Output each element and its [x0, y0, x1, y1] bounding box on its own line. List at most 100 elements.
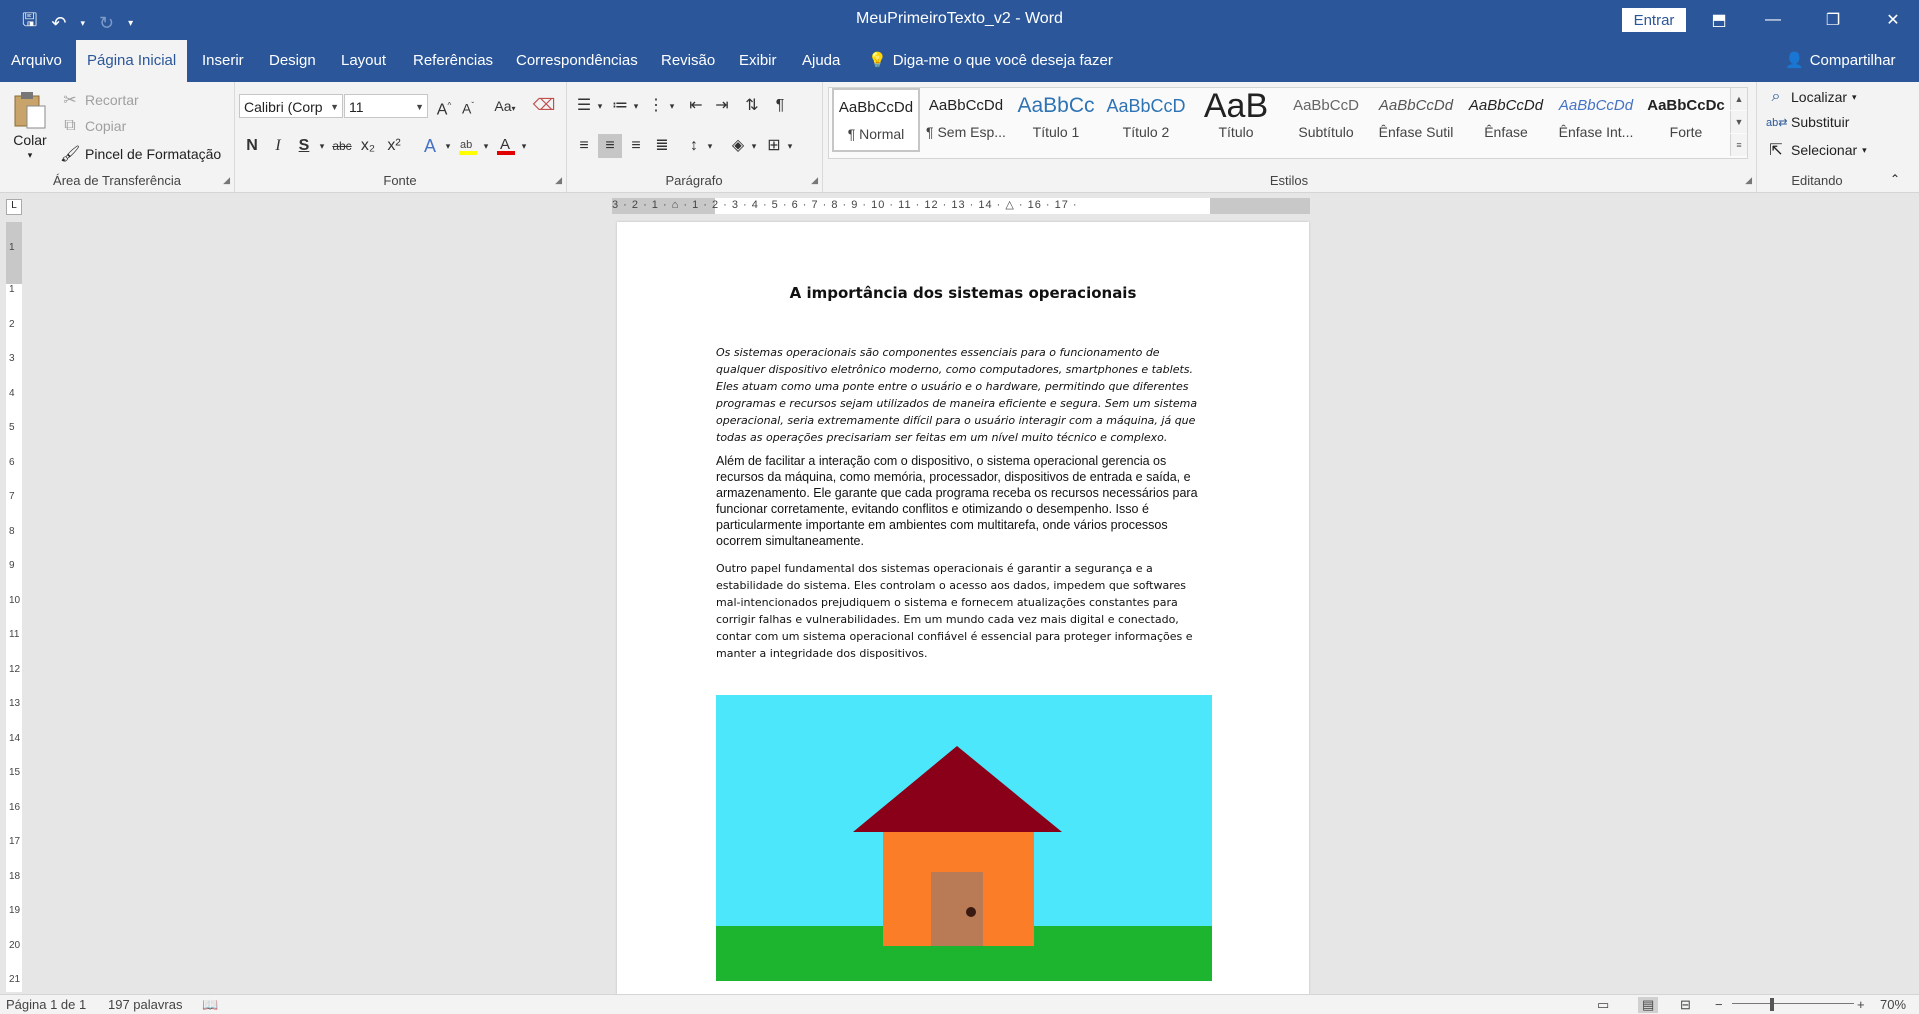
tab-arquivo[interactable]: Arquivo: [0, 40, 73, 82]
vertical-ruler[interactable]: 1 1 2 3 4 5 6 7 8 9 10 11 12 13 14 15 16 17 18 19 20 21: [6, 222, 22, 992]
tab-ajuda[interactable]: Ajuda: [791, 40, 851, 82]
paste-dropdown-icon[interactable]: ▾: [28, 150, 33, 161]
style-emphasis[interactable]: AaBbCcDd Ênfase: [1462, 88, 1550, 152]
paragraph-1[interactable]: Os sistemas operacionais são componentes…: [716, 344, 1212, 446]
font-size-select[interactable]: 11 ▼: [344, 94, 428, 118]
tab-design[interactable]: Design: [258, 40, 327, 82]
style-name: Título 2: [1122, 124, 1170, 140]
title-bar: 🖫 ↶ ▾ ↻ ▾ MeuPrimeiroTexto_v2 - Word Ent…: [0, 0, 1919, 40]
share-button[interactable]: 👤 Compartilhar: [1785, 40, 1896, 82]
replace-button[interactable]: ab⇄ Substituir: [1766, 114, 1849, 130]
style-strong[interactable]: AaBbCcDc Forte: [1642, 88, 1730, 152]
document-title[interactable]: A importância dos sistemas operacionais: [617, 284, 1309, 302]
paragraph-2[interactable]: Além de facilitar a interação com o disp…: [716, 453, 1212, 549]
word-count[interactable]: 197 palavras: [108, 997, 182, 1012]
proofing-icon[interactable]: 📖: [202, 997, 218, 1013]
sort-icon[interactable]: ⇅: [740, 94, 764, 118]
collapse-ribbon-icon[interactable]: ⌃: [1890, 172, 1900, 186]
superscript-button[interactable]: x²: [382, 134, 406, 158]
clipboard-dialog-launcher-icon[interactable]: ◢: [223, 175, 230, 186]
signin-button[interactable]: Entrar: [1622, 8, 1686, 32]
vertical-ruler-number: 14: [9, 732, 21, 744]
style-no-spacing[interactable]: AaBbCcDd ¶ Sem Esp...: [922, 88, 1010, 152]
show-formatting-marks-icon[interactable]: ¶: [768, 94, 792, 118]
styles-dialog-launcher-icon[interactable]: ◢: [1745, 175, 1752, 186]
page-count[interactable]: Página 1 de 1: [6, 997, 86, 1012]
align-right-icon[interactable]: ≡: [624, 134, 648, 158]
borders-dropdown-icon[interactable]: ▾: [778, 134, 802, 158]
copy-button[interactable]: ⧉ Copiar: [60, 117, 126, 135]
style-preview: AaBbCcD: [1293, 97, 1359, 114]
tab-layout[interactable]: Layout: [330, 40, 397, 82]
style-subtitle[interactable]: AaBbCcD Subtítulo: [1282, 88, 1370, 152]
zoom-in-icon[interactable]: +: [1857, 997, 1865, 1012]
find-dropdown-icon[interactable]: ▾: [1852, 92, 1857, 103]
tab-selector-icon[interactable]: L: [6, 199, 22, 215]
style-normal[interactable]: AaBbCcDd ¶ Normal: [832, 88, 920, 152]
horizontal-ruler[interactable]: 3 · 2 · 1 · ⌂ · 1 · 2 · 3 · 4 · 5 · 6 · …: [612, 198, 1310, 214]
select-dropdown-icon[interactable]: ▾: [1862, 145, 1867, 156]
vertical-ruler-number: 12: [9, 663, 21, 675]
vertical-ruler-number: 18: [9, 870, 21, 882]
house-drawing[interactable]: [716, 695, 1212, 981]
undo-dropdown-icon[interactable]: ▾: [80, 18, 85, 29]
tab-correspondencias[interactable]: Correspondências: [505, 40, 649, 82]
cut-button[interactable]: ✂ Recortar: [60, 90, 138, 110]
italic-button[interactable]: I: [266, 134, 290, 158]
zoom-out-icon[interactable]: −: [1715, 997, 1723, 1012]
font-color-dropdown-icon[interactable]: ▾: [512, 134, 536, 158]
zoom-slider-thumb[interactable]: [1770, 998, 1774, 1011]
tab-revisao[interactable]: Revisão: [650, 40, 726, 82]
font-dialog-launcher-icon[interactable]: ◢: [555, 175, 562, 186]
paragraph-3[interactable]: Outro papel fundamental dos sistemas ope…: [716, 560, 1212, 662]
style-heading-1[interactable]: AaBbCc Título 1: [1012, 88, 1100, 152]
read-mode-icon[interactable]: ▭: [1597, 997, 1609, 1013]
tab-referencias[interactable]: Referências: [402, 40, 504, 82]
style-title[interactable]: AaB Título: [1192, 88, 1280, 152]
tab-exibir[interactable]: Exibir: [728, 40, 788, 82]
justify-icon[interactable]: ≣: [650, 134, 674, 158]
web-layout-icon[interactable]: ⊟: [1680, 997, 1691, 1013]
restore-icon[interactable]: ❐: [1810, 0, 1856, 40]
change-case-button[interactable]: Aa▾: [488, 94, 522, 118]
paragraph-dialog-launcher-icon[interactable]: ◢: [811, 175, 818, 186]
styles-scroll-up-icon[interactable]: ▲: [1730, 88, 1747, 110]
increase-indent-icon[interactable]: ⇥: [710, 94, 734, 118]
clear-formatting-icon[interactable]: ⌫: [532, 94, 556, 118]
find-button[interactable]: ⌕ Localizar ▾: [1766, 88, 1857, 106]
style-subtle-emphasis[interactable]: AaBbCcDd Ênfase Sutil: [1372, 88, 1460, 152]
decrease-indent-icon[interactable]: ⇤: [684, 94, 708, 118]
zoom-level[interactable]: 70%: [1880, 997, 1906, 1012]
undo-icon[interactable]: ↶: [51, 13, 66, 34]
multilevel-dropdown-icon[interactable]: ▾: [660, 94, 684, 118]
minimize-icon[interactable]: —: [1750, 0, 1796, 40]
styles-more-icon[interactable]: ≡: [1730, 134, 1747, 156]
close-icon[interactable]: ✕: [1870, 0, 1916, 40]
redo-icon[interactable]: ↻: [99, 13, 114, 34]
tab-inserir[interactable]: Inserir: [191, 40, 255, 82]
bold-button[interactable]: N: [240, 134, 264, 158]
style-heading-2[interactable]: AaBbCcD Título 2: [1102, 88, 1190, 152]
line-spacing-dropdown-icon[interactable]: ▾: [698, 134, 722, 158]
align-left-icon[interactable]: ≡: [572, 134, 596, 158]
tell-me-box[interactable]: 💡 Diga-me o que você deseja fazer: [868, 40, 1113, 82]
style-intense-emphasis[interactable]: AaBbCcDd Ênfase Int...: [1552, 88, 1640, 152]
tab-pagina-inicial[interactable]: Página Inicial: [76, 40, 188, 82]
strikethrough-button[interactable]: abc: [330, 134, 354, 158]
lightbulb-icon: 💡: [868, 52, 887, 69]
font-family-select[interactable]: Calibri (Corp ▼: [239, 94, 343, 118]
subscript-button[interactable]: x₂: [356, 134, 380, 158]
paste-button[interactable]: Colar ▾: [12, 90, 48, 161]
select-button[interactable]: ⇱ Selecionar ▾: [1766, 140, 1867, 160]
styles-scroll-down-icon[interactable]: ▼: [1730, 111, 1747, 133]
zoom-slider-track[interactable]: [1732, 1003, 1854, 1004]
shrink-font-button[interactable]: Aˇ: [456, 94, 480, 118]
format-painter-button[interactable]: 🖌 Pincel de Formatação: [60, 144, 221, 164]
align-center-icon[interactable]: ≡: [598, 134, 622, 158]
print-layout-icon[interactable]: ▤: [1638, 997, 1659, 1013]
grow-font-button[interactable]: A^: [432, 94, 456, 118]
document-page[interactable]: A importância dos sistemas operacionais …: [617, 222, 1309, 995]
customize-qat-icon[interactable]: ▾: [128, 18, 133, 29]
save-icon[interactable]: 🖫: [22, 8, 37, 38]
ribbon-display-options-icon[interactable]: ⬒: [1696, 0, 1742, 40]
